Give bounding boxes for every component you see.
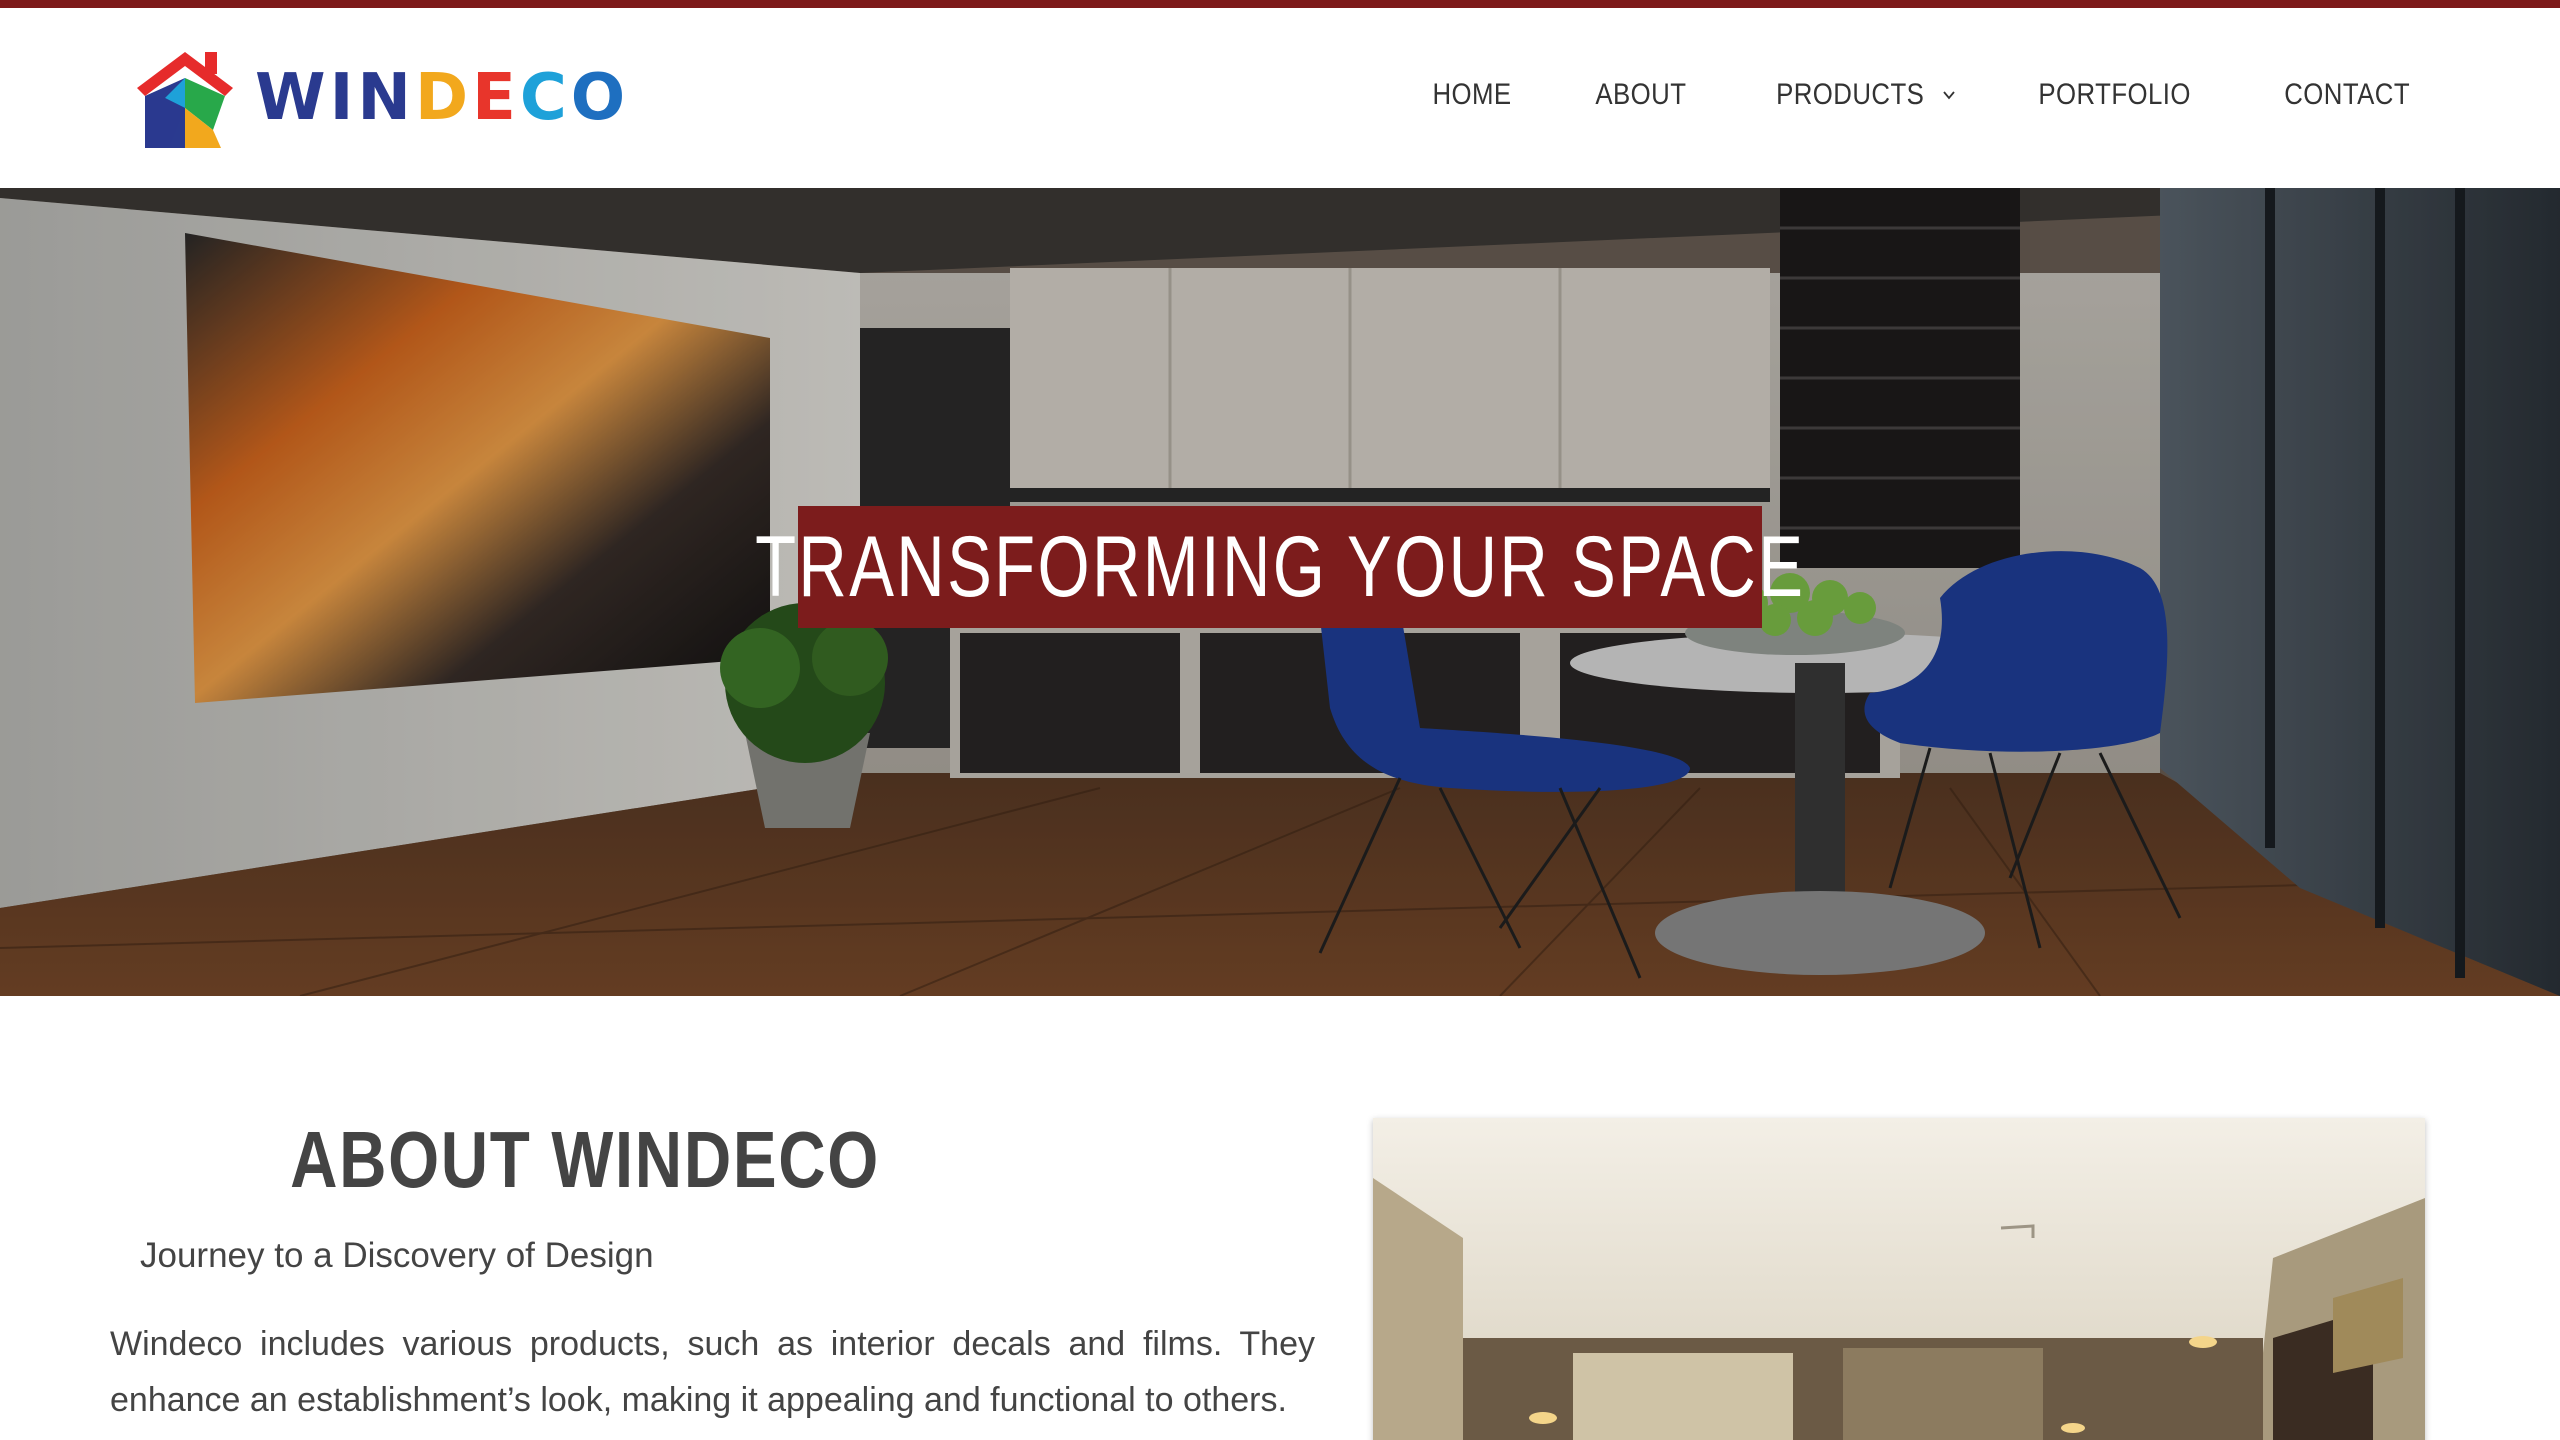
about-subtitle: Journey to a Discovery of Design	[140, 1236, 654, 1275]
brand-letter: O	[570, 61, 630, 135]
site-header: WINDECO HOME ABOUT PRODUCTS PORTFOLIO CO…	[0, 8, 2560, 188]
nav-home[interactable]: HOME	[1433, 78, 1512, 112]
brand-letter: C	[519, 61, 571, 135]
about-title: ABOUT WINDECO	[290, 1115, 880, 1204]
hero-title: TRANSFORMING YOUR SPACE	[754, 518, 1806, 615]
hero-section: TRANSFORMING YOUR SPACE	[0, 188, 2560, 996]
about-body: Windeco includes various products, such …	[110, 1325, 1315, 1419]
chevron-down-icon[interactable]	[1942, 88, 1956, 102]
hero-title-banner: TRANSFORMING YOUR SPACE	[755, 506, 1803, 628]
brand-letter: W	[255, 61, 330, 135]
about-interior-image	[1373, 1118, 2425, 1440]
nav-contact[interactable]: CONTACT	[2284, 78, 2410, 112]
brand-letter: D	[414, 61, 473, 135]
brand-wordmark: WINDECO	[255, 61, 629, 135]
nav-products[interactable]: PRODUCTS	[1776, 78, 1924, 112]
brand-letter: N	[357, 61, 415, 135]
brand-letter: E	[472, 61, 520, 135]
site-logo[interactable]: WINDECO	[125, 38, 625, 158]
about-room-illustration	[1373, 1118, 2425, 1440]
house-logo-icon	[137, 52, 233, 148]
brand-letter: I	[329, 61, 358, 135]
nav-portfolio[interactable]: PORTFOLIO	[2039, 78, 2191, 112]
about-section: ABOUT WINDECO Journey to a Discovery of …	[0, 996, 2560, 1440]
main-nav: HOME ABOUT PRODUCTS PORTFOLIO CONTACT	[1426, 78, 2420, 112]
top-accent-bar	[0, 0, 2560, 8]
nav-about[interactable]: ABOUT	[1596, 78, 1687, 112]
